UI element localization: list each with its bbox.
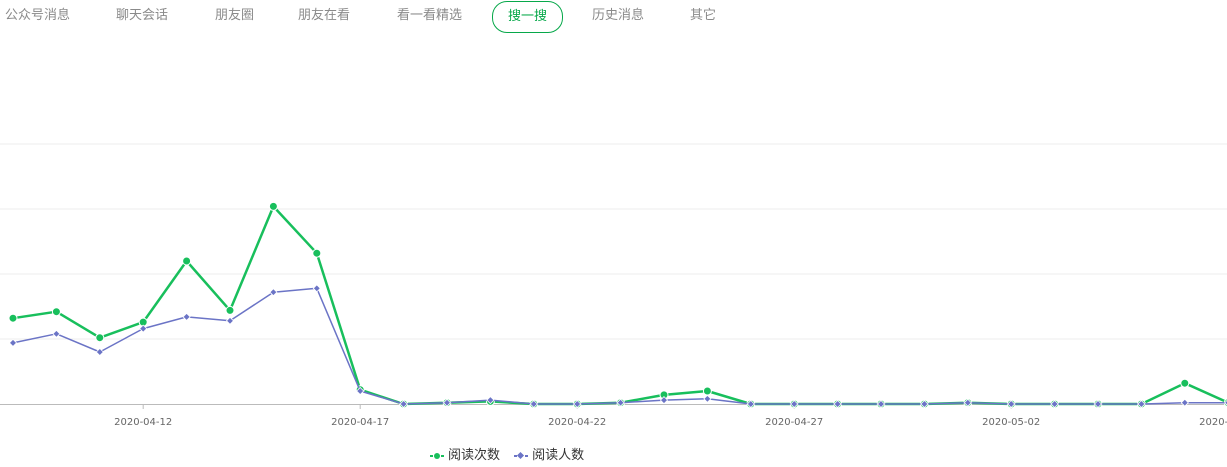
- data-point-read-count: [182, 256, 192, 266]
- x-tick-label: 2020-04-12: [114, 417, 172, 428]
- tab-chat-sessions[interactable]: 聊天会话: [116, 2, 168, 30]
- data-point-read-count: [225, 305, 235, 315]
- source-tabs: 公众号消息 聊天会话 朋友圈 朋友在看 看一看精选 搜一搜 历史消息 其它: [0, 0, 1227, 36]
- legend-item-read-count[interactable]: 阅读次数: [430, 444, 500, 463]
- data-point-read-count: [95, 333, 105, 343]
- data-point-read-count: [8, 313, 18, 323]
- x-tick-label: 2020-04-22: [548, 417, 606, 428]
- tab-history-messages[interactable]: 历史消息: [592, 2, 644, 30]
- tab-official-account-messages[interactable]: 公众号消息: [5, 2, 70, 30]
- data-point-read-count: [51, 307, 61, 317]
- line-chart: 2020-04-12 2020-04-17 2020-04-22 2020-04-27…: [0, 143, 1227, 428]
- tab-top-stories[interactable]: 看一看精选: [397, 2, 462, 30]
- data-point-read-count: [702, 386, 712, 396]
- data-point-readers: [52, 329, 61, 338]
- data-point-read-count: [268, 201, 278, 211]
- chart-legend: 阅读次数 阅读人数: [430, 444, 594, 464]
- dot-marker-icon: [430, 451, 444, 461]
- data-point-read-count: [312, 248, 322, 258]
- data-point-readers: [182, 312, 191, 321]
- series-line-readers: [12, 287, 1227, 405]
- tab-search[interactable]: 搜一搜: [492, 1, 564, 33]
- x-tick-label: 2020-04-27: [765, 417, 823, 428]
- x-tick-label: 2020-04-17: [331, 417, 389, 428]
- series-line-read-count: [12, 205, 1227, 406]
- data-point-readers: [139, 324, 148, 333]
- legend-item-readers[interactable]: 阅读人数: [514, 444, 584, 463]
- diamond-marker-icon: [514, 451, 529, 461]
- tab-moments[interactable]: 朋友圈: [215, 2, 254, 30]
- data-point-readers: [1180, 398, 1189, 407]
- data-point-readers: [95, 347, 104, 357]
- data-point-readers: [312, 284, 321, 293]
- data-point-readers: [8, 338, 18, 347]
- x-tick-label: 2020-05-07: [1199, 417, 1227, 428]
- tab-other[interactable]: 其它: [690, 2, 716, 30]
- tab-friends-watching[interactable]: 朋友在看: [298, 2, 350, 30]
- x-tick-label: 2020-05-02: [982, 417, 1040, 428]
- legend-label-readers: 阅读人数: [532, 448, 585, 463]
- data-point-readers: [703, 394, 712, 403]
- data-point-read-count: [1180, 378, 1190, 388]
- legend-label-read-count: 阅读次数: [448, 448, 501, 463]
